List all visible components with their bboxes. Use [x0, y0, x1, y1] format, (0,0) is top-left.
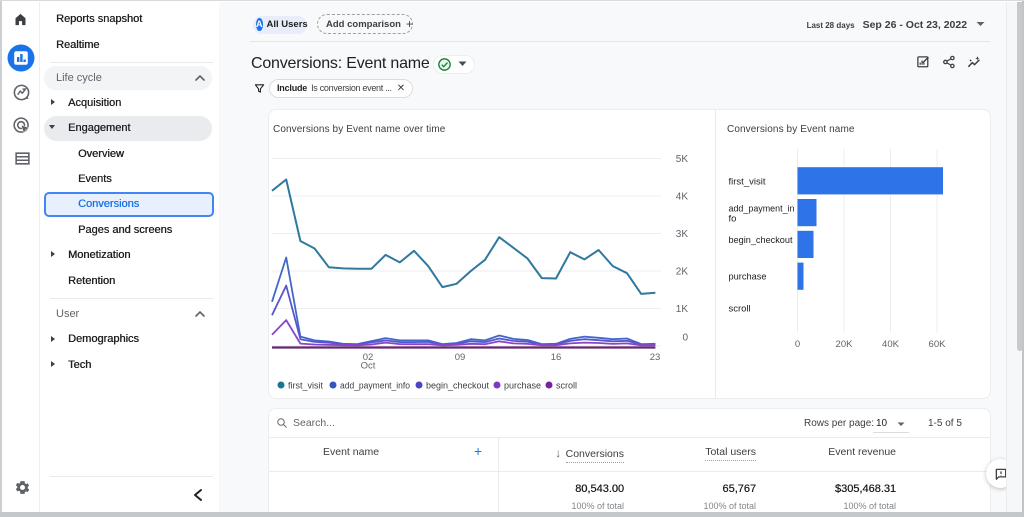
svg-text:20K: 20K — [836, 339, 854, 350]
svg-text:add_payment_info: add_payment_info — [340, 381, 410, 391]
svg-text:first_visit: first_visit — [729, 177, 766, 188]
svg-text:first_visit: first_visit — [288, 381, 324, 391]
svg-text:fo: fo — [729, 214, 737, 225]
svg-text:scroll: scroll — [729, 304, 751, 315]
svg-text:4K: 4K — [676, 191, 689, 202]
svg-text:40K: 40K — [882, 339, 900, 350]
svg-text:16: 16 — [551, 352, 562, 363]
svg-text:scroll: scroll — [556, 381, 577, 391]
svg-text:23: 23 — [650, 352, 661, 363]
svg-text:add_payment_in: add_payment_in — [729, 204, 795, 215]
svg-text:purchase: purchase — [504, 381, 541, 391]
svg-text:60K: 60K — [929, 339, 947, 350]
svg-text:0: 0 — [682, 332, 688, 343]
svg-text:purchase: purchase — [729, 272, 767, 283]
svg-text:2K: 2K — [676, 266, 689, 277]
svg-text:09: 09 — [455, 352, 466, 363]
svg-text:5K: 5K — [676, 154, 689, 165]
svg-text:begin_checkout: begin_checkout — [729, 235, 793, 246]
svg-text:Oct: Oct — [361, 361, 376, 372]
svg-text:0: 0 — [795, 339, 800, 350]
svg-text:1K: 1K — [676, 304, 689, 315]
svg-text:begin_checkout: begin_checkout — [426, 381, 490, 391]
svg-text:3K: 3K — [676, 229, 689, 240]
